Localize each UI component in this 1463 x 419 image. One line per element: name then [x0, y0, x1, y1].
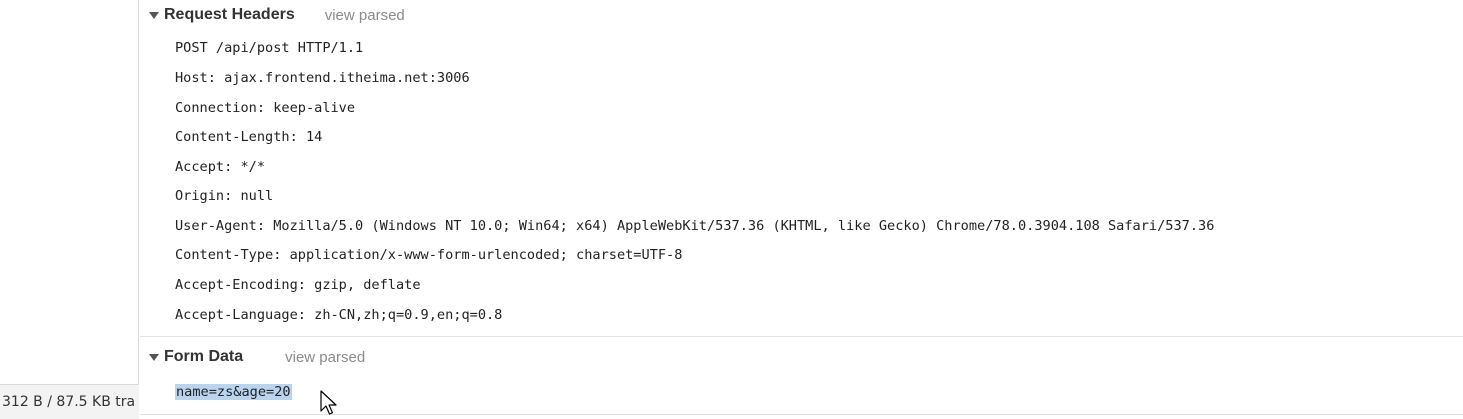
transfer-status-bar: 312 B / 87.5 KB tra: [0, 384, 139, 419]
request-header-line: Accept: */*: [175, 159, 266, 175]
transfer-size-text: 312 B / 87.5 KB tra: [2, 394, 136, 410]
form-data-title: Form Data: [164, 348, 244, 365]
request-headers-section-header[interactable]: Request Headers view parsed: [140, 2, 1463, 28]
headers-details-pane: Request Headers view parsed POST /api/po…: [140, 0, 1463, 419]
request-header-line: Connection: keep-alive: [175, 100, 356, 116]
form-data-view-parsed-link[interactable]: view parsed: [285, 349, 365, 366]
request-header-line: Origin: null: [175, 188, 274, 204]
request-headers-title: Request Headers: [164, 6, 295, 23]
mouse-pointer-icon: [320, 390, 337, 415]
request-header-line: Accept-Encoding: gzip, deflate: [175, 277, 421, 293]
triangle-down-icon[interactable]: [149, 353, 159, 361]
request-header-line: POST /api/post HTTP/1.1: [175, 40, 364, 56]
request-headers-view-parsed-link[interactable]: view parsed: [325, 7, 405, 24]
request-header-line: Host: ajax.frontend.itheima.net:3006: [175, 70, 470, 86]
form-data-section-header[interactable]: Form Data view parsed: [140, 344, 1463, 370]
request-list-pane: 312 B / 87.5 KB tra: [0, 0, 139, 419]
section-divider: [140, 414, 1463, 415]
request-header-line: Content-Type: application/x-www-form-url…: [175, 247, 683, 263]
triangle-down-icon[interactable]: [149, 11, 159, 19]
section-divider: [140, 336, 1463, 337]
form-data-raw-line: name=zs&age=20: [175, 381, 292, 403]
request-header-line: Content-Length: 14: [175, 129, 323, 145]
devtools-headers-panel: 312 B / 87.5 KB tra Request Headers view…: [0, 0, 1463, 419]
request-header-line: Accept-Language: zh-CN,zh;q=0.9,en;q=0.8: [175, 307, 503, 323]
request-header-line: User-Agent: Mozilla/5.0 (Windows NT 10.0…: [175, 218, 1215, 234]
form-data-raw-text[interactable]: name=zs&age=20: [175, 384, 292, 400]
